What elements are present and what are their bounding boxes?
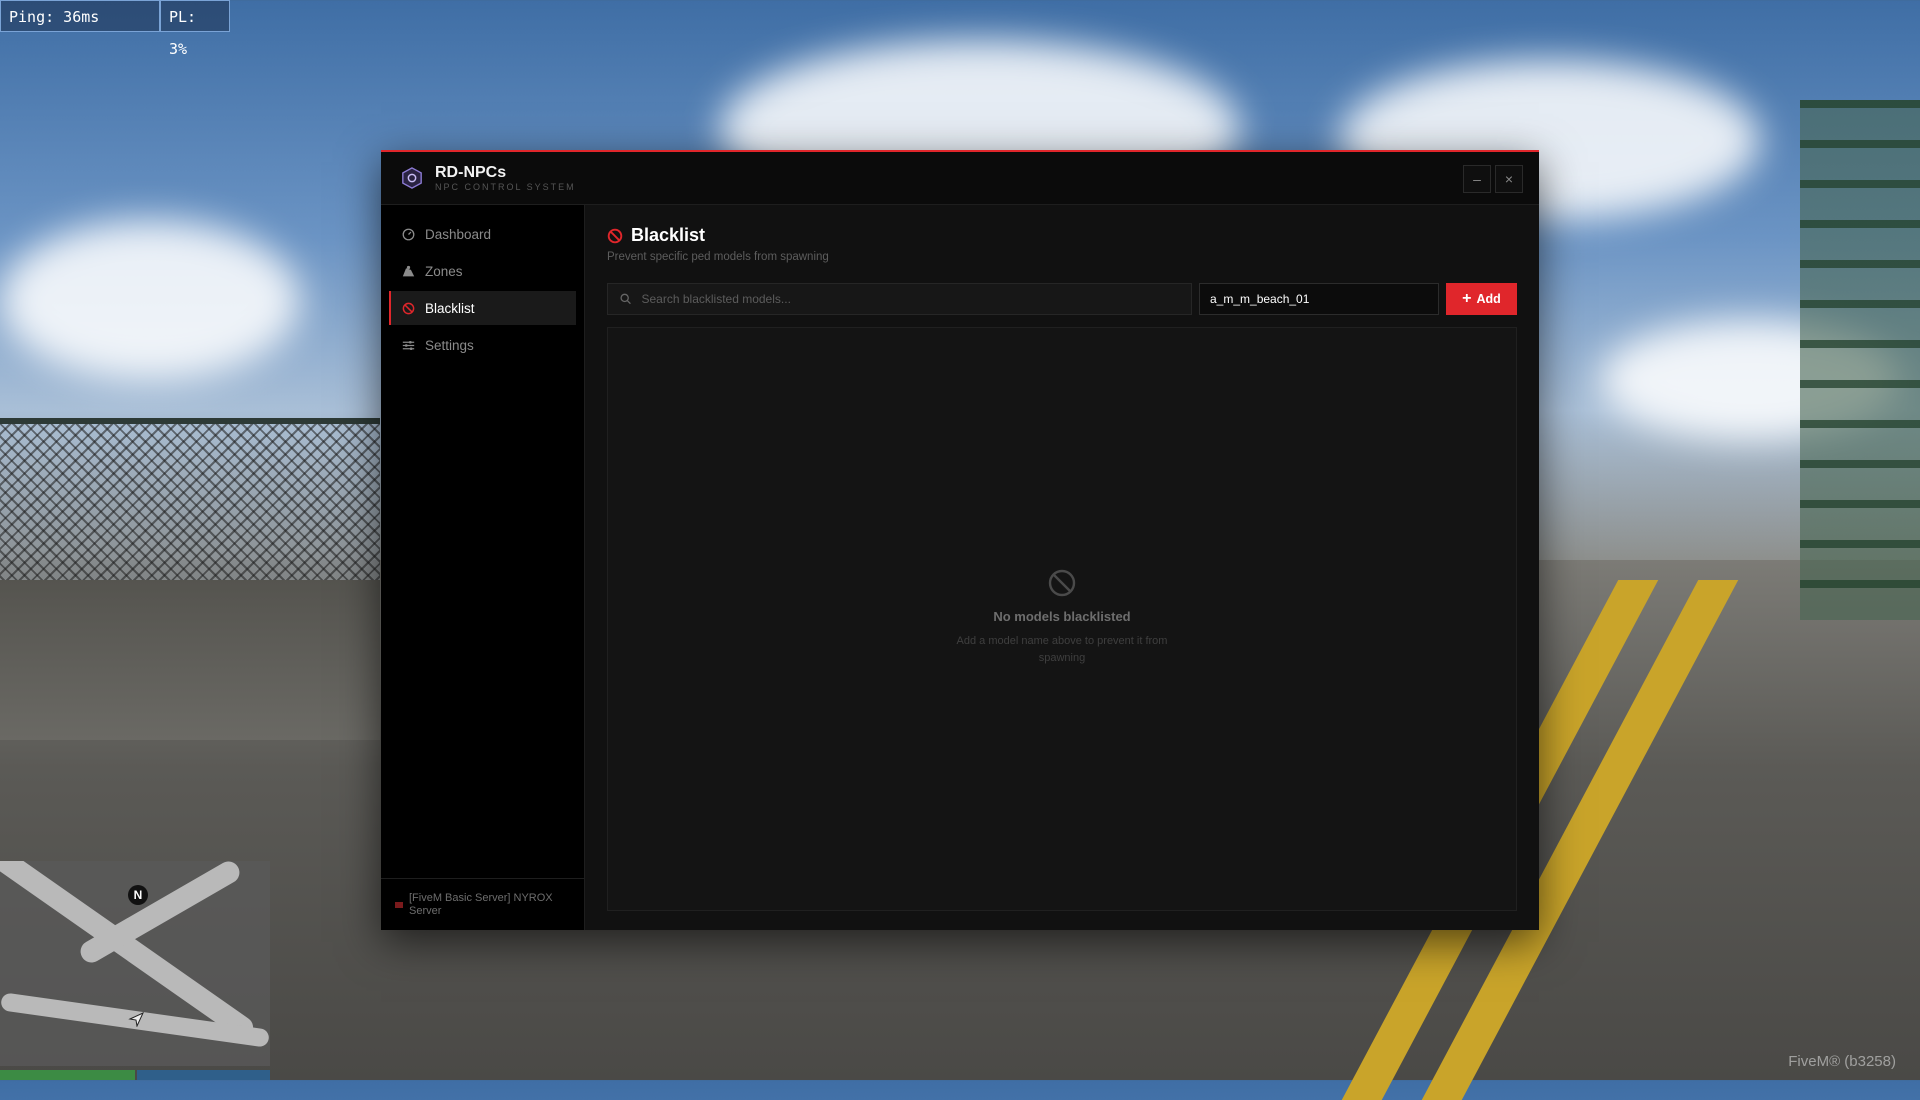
sidebar-item-blacklist[interactable]: Blacklist [389,291,576,325]
zones-icon [402,265,415,276]
app-title: RD-NPCs [435,164,507,181]
rd-npcs-window: RD-NPCs NPC CONTROL SYSTEM – × Dashboard… [381,150,1539,930]
sidebar-item-label: Zones [425,263,463,279]
add-button[interactable]: + Add [1446,283,1517,315]
page-title: Blacklist [631,225,706,245]
sidebar-item-settings[interactable]: Settings [389,328,576,362]
server-info: [FiveM Basic Server] NYROX Server [381,878,584,930]
minimize-button[interactable]: – [1463,165,1491,193]
ban-icon [402,302,415,314]
page-subtitle: Prevent specific ped models from spawnin… [607,251,829,263]
packet-loss-indicator: PL: 3% [160,0,230,58]
page-title-row: Blacklist [607,225,829,246]
sidebar-item-label: Blacklist [425,300,475,316]
sidebar-item-zones[interactable]: Zones [389,254,576,288]
search-icon [620,293,631,305]
close-button[interactable]: × [1495,165,1523,193]
fivem-build-tag: FiveM® (b3258) [1788,1053,1896,1070]
concrete-wall [0,580,380,740]
sliders-icon [402,340,415,350]
model-name-input[interactable] [1199,283,1439,315]
sidebar: Dashboard Zones Blacklist Settings [Five… [381,205,585,930]
compass-north: N [128,885,148,905]
player-arrow-icon [128,1011,144,1027]
sidebar-item-label: Settings [425,337,474,353]
server-status-icon [395,901,403,908]
search-input[interactable] [639,291,1191,307]
titlebar[interactable]: RD-NPCs NPC CONTROL SYSTEM – × [381,152,1539,205]
empty-state-description: Add a model name above to prevent it fro… [956,635,1168,664]
search-field[interactable] [607,283,1192,315]
minimap-road [76,861,244,967]
ban-icon [607,228,623,243]
sidebar-item-dashboard[interactable]: Dashboard [389,217,576,251]
empty-state: No models blacklisted Add a model name a… [608,568,1516,667]
app-logo-icon [402,167,422,189]
page-header: Blacklist Prevent specific ped models fr… [607,225,829,263]
app-subtitle: NPC CONTROL SYSTEM [435,182,576,192]
armor-bar [137,1070,270,1080]
ban-icon [1048,569,1076,597]
sidebar-item-label: Dashboard [425,226,492,242]
health-bar [0,1070,135,1080]
bridge-tower [1800,100,1920,620]
add-button-label: Add [1476,292,1501,306]
cloud [0,220,300,380]
server-name: [FiveM Basic Server] NYROX Server [409,891,553,917]
app-title-block: RD-NPCs NPC CONTROL SYSTEM [435,164,576,192]
plus-icon: + [1462,290,1472,307]
empty-state-title: No models blacklisted [993,609,1131,624]
ping-indicator: Ping: 36ms [0,0,160,32]
blacklist-panel: No models blacklisted Add a model name a… [607,327,1517,911]
dashboard-icon [402,228,415,240]
main-content: Blacklist Prevent specific ped models fr… [585,205,1539,930]
